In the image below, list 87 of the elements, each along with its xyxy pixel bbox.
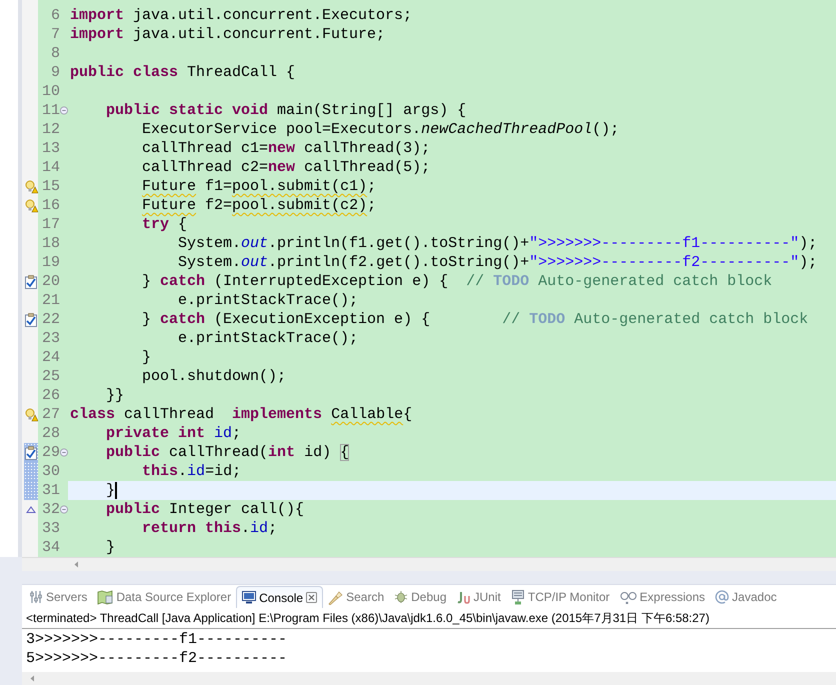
view-tab[interactable]: Data Source Explorer [92, 586, 236, 608]
line-number: 13 [42, 140, 60, 157]
line-number: 21 [42, 292, 60, 309]
line-number: 17 [42, 216, 60, 233]
code-line: } [105, 481, 116, 500]
line-number: 6 [50, 7, 60, 24]
glasses-icon [620, 590, 637, 604]
view-tab[interactable]: TCP/IP Monitor [506, 586, 615, 608]
code-line: public static void main(String[] args) { [105, 101, 466, 120]
line-number: 7 [50, 26, 60, 43]
line-number: 30 [42, 463, 60, 480]
line-number: 29 [42, 444, 60, 461]
code-line: } [105, 538, 116, 557]
code-line: e.printStackTrace(); [177, 329, 358, 348]
code-line: public class ThreadCall { [70, 63, 296, 82]
code-line: ExecutorService pool=Executors.newCachedThreadPool(); [141, 120, 620, 139]
network-monitor-icon [510, 590, 525, 604]
view-tab[interactable]: Expressions [614, 586, 710, 608]
code-line: callThread c2=new callThread(5); [141, 158, 430, 177]
line-number: 24 [42, 349, 60, 366]
horizontal-scrollbar[interactable] [22, 672, 836, 685]
view-tab[interactable]: Debug [389, 586, 452, 608]
line-number: 20 [42, 273, 60, 290]
line-number: 12 [42, 121, 60, 138]
scroll-left-icon[interactable] [30, 675, 35, 682]
line-number: 31 [42, 482, 60, 499]
junit-icon [456, 590, 471, 604]
line-number: 9 [50, 64, 60, 81]
servers-icon [29, 590, 43, 604]
code-line: Future f1=pool.submit(c1); [141, 177, 376, 196]
code-line: return this.id; [141, 519, 278, 538]
line-number: 23 [42, 330, 60, 347]
map-icon [97, 590, 114, 604]
view-tab[interactable]: Search [323, 586, 390, 608]
console-output-line: 3>>>>>>>---------f1---------- [26, 630, 288, 649]
close-icon[interactable] [306, 592, 318, 603]
flashlight-icon [328, 590, 344, 604]
view-tab[interactable]: Javadoc [710, 586, 782, 608]
line-number: 15 [42, 178, 60, 195]
code-line: } catch (InterruptedException e) { // TODO Auto-generated catch block [141, 272, 772, 291]
line-number: 33 [42, 520, 60, 537]
console-output-line: 5>>>>>>>---------f2---------- [26, 649, 288, 668]
line-number: 34 [42, 539, 60, 556]
line-number: 27 [42, 406, 60, 423]
line-number: 26 [42, 387, 60, 404]
text-caret [115, 482, 118, 499]
line-number: 16 [42, 197, 60, 214]
line-number: 11 [42, 102, 60, 119]
code-line: try { [141, 215, 188, 234]
line-number: 28 [42, 425, 60, 442]
console-header: <terminated> ThreadCall [Java Application] E:\Program Files (x86)\Java\jdk1.6.0_45\bin\javaw.exe (2015年7月31日 下午6:58:27) [26, 611, 710, 625]
code-line: this.id=id; [141, 462, 242, 481]
code-line: Future f2=pool.submit(c2); [141, 196, 376, 215]
code-line: public callThread(int id) { [105, 443, 350, 462]
line-number: 32 [42, 501, 60, 518]
code-line: pool.shutdown(); [141, 367, 286, 386]
code-line: e.printStackTrace(); [177, 291, 358, 310]
code-line: System.out.println(f1.get().toString()+">>>>>>>---------f1----------"); [177, 234, 818, 253]
code-line: }} [105, 386, 124, 405]
monitor-icon [242, 591, 256, 604]
code-line: private int id; [105, 424, 242, 443]
view-tab[interactable]: JUnit [452, 586, 506, 608]
code-line: System.out.println(f2.get().toString()+">>>>>>>---------f2----------"); [177, 253, 818, 272]
collapse-icon[interactable] [60, 106, 68, 115]
code-line: } [141, 348, 152, 367]
line-number: 19 [42, 254, 60, 271]
line-number: 18 [42, 235, 60, 252]
scroll-left-icon[interactable] [74, 561, 79, 568]
line-number: 14 [42, 159, 60, 176]
collapse-icon[interactable] [60, 448, 68, 457]
code-line: import java.util.concurrent.Future; [70, 25, 386, 44]
code-line: public Integer call(){ [105, 500, 304, 519]
code-editor[interactable] [0, 0, 836, 557]
code-line: callThread c1=new callThread(3); [141, 139, 430, 158]
at-sign-icon [715, 590, 730, 604]
code-line: } catch (ExecutionException e) { // TODO Auto-generated catch block [141, 310, 808, 329]
horizontal-scrollbar[interactable] [22, 557, 836, 571]
line-number: 25 [42, 368, 60, 385]
view-tab[interactable]: Servers [24, 586, 92, 608]
bug-icon [394, 590, 408, 604]
collapse-icon[interactable] [60, 505, 68, 514]
code-line: class callThread implements Callable{ [70, 405, 412, 424]
view-tab[interactable]: Console [236, 586, 324, 608]
line-number: 10 [42, 83, 60, 100]
code-line: import java.util.concurrent.Executors; [70, 6, 412, 25]
line-number: 22 [42, 311, 60, 328]
line-number: 8 [50, 45, 60, 62]
